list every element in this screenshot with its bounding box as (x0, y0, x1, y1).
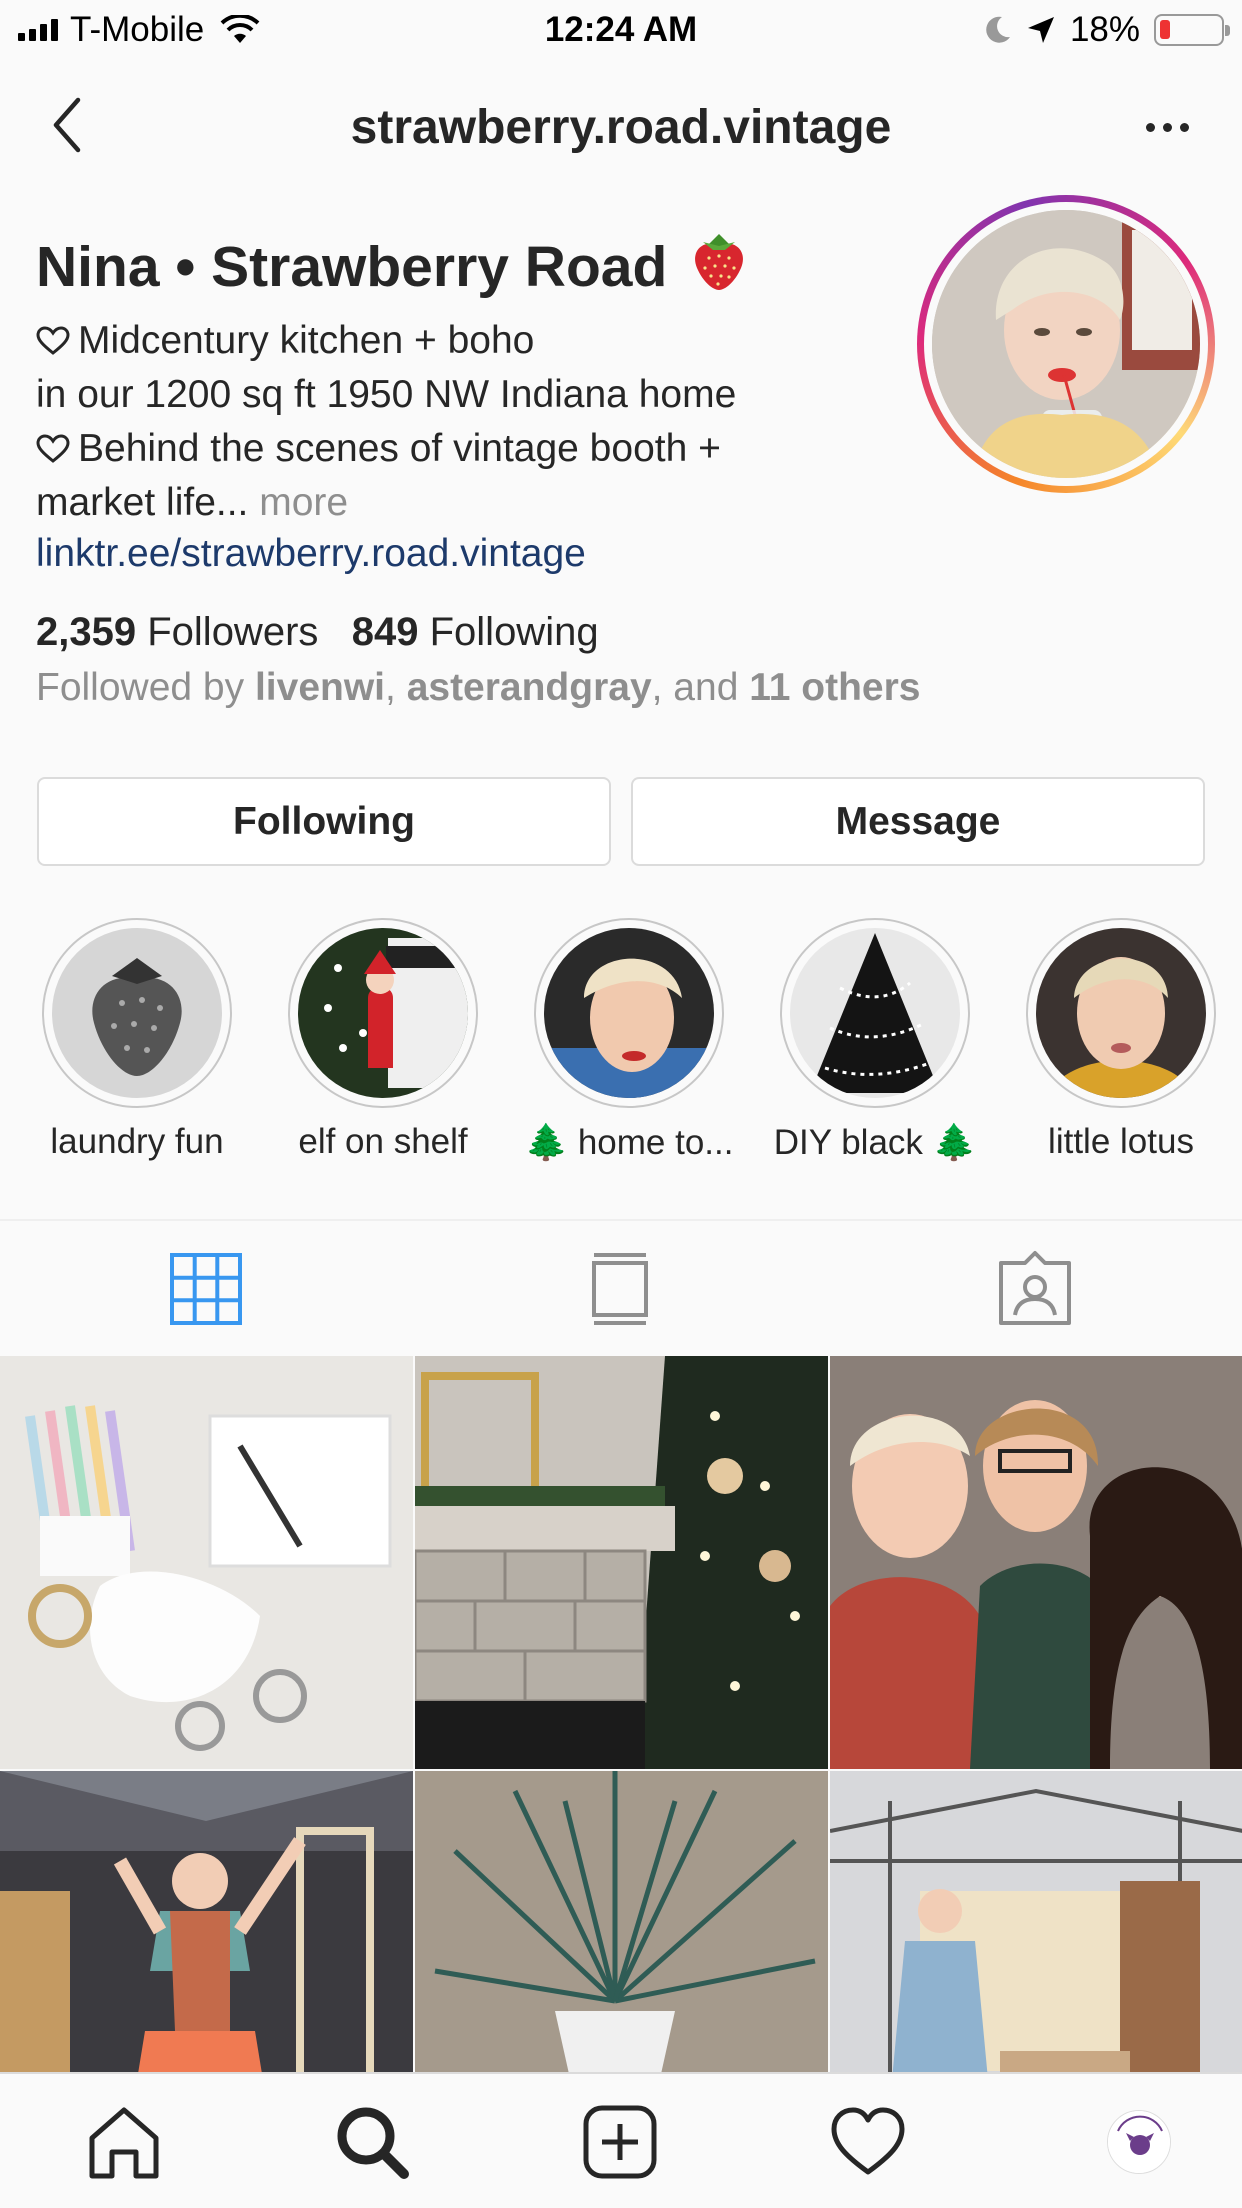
followed-by[interactable]: Followed by livenwi, asterandgray, and 1… (36, 666, 921, 710)
bio-line: Behind the scenes of vintage booth + (36, 422, 856, 476)
battery-icon (1154, 14, 1230, 46)
nav-bar: strawberry.road.vintage (0, 62, 1242, 192)
tagged-icon (999, 1251, 1071, 1325)
photo-grid (0, 1356, 1242, 2076)
activity-tab[interactable] (828, 2102, 908, 2182)
feed-icon (592, 1253, 648, 1325)
search-icon (337, 2107, 409, 2179)
more-options-button[interactable] (1132, 102, 1202, 152)
heart-outline-icon (36, 326, 70, 355)
bio-line: Midcentury kitchen + boho (36, 314, 856, 368)
profile-avatar (932, 210, 1200, 478)
followed-by-user[interactable]: livenwi (255, 666, 385, 709)
grid-photo[interactable] (415, 1356, 828, 1769)
tab-feed[interactable] (580, 1249, 660, 1329)
follow-counts: 2,359 Followers 849 Following (36, 610, 599, 655)
search-tab[interactable] (332, 2102, 412, 2182)
ellipsis-icon (1145, 122, 1155, 132)
grid-photo[interactable] (415, 1771, 828, 2076)
highlight-item[interactable]: little lotus (1006, 918, 1236, 1162)
status-right: 18% (984, 10, 1230, 50)
grid-photo[interactable] (830, 1771, 1242, 2076)
highlight-label: laundry fun (50, 1122, 224, 1161)
highlight-label: 🌲 home to... (524, 1123, 734, 1162)
status-bar: T-Mobile 12:24 AM 18% (0, 0, 1242, 62)
heart-outline-icon (36, 434, 70, 463)
followed-by-user[interactable]: asterandgray (407, 666, 652, 709)
highlight-item[interactable]: laundry fun (22, 918, 252, 1162)
home-tab[interactable] (84, 2102, 164, 2182)
following-stat[interactable]: 849 Following (352, 610, 599, 654)
profile-avatar-story-ring[interactable] (917, 195, 1215, 493)
highlight-cover (298, 928, 468, 1098)
bio: Midcentury kitchen + boho in our 1200 sq… (36, 314, 856, 530)
location-arrow-icon (1027, 17, 1054, 43)
new-post-icon (583, 2105, 657, 2179)
bottom-tab-bar (0, 2072, 1242, 2208)
highlight-item[interactable]: DIY black 🌲 (760, 918, 990, 1163)
username-title: strawberry.road.vintage (350, 101, 892, 154)
message-button[interactable]: Message (631, 777, 1205, 866)
highlight-cover (52, 928, 222, 1098)
tab-grid[interactable] (166, 1249, 246, 1329)
followers-stat[interactable]: 2,359 Followers (36, 610, 318, 654)
strawberry-emoji-icon (691, 230, 747, 306)
tab-tagged[interactable] (995, 1249, 1075, 1329)
bio-line: market life... more (36, 481, 349, 524)
grid-photo[interactable] (0, 1771, 413, 2076)
bio-more-link[interactable]: more (259, 481, 348, 524)
battery-percent: 18% (1069, 10, 1140, 49)
bio-line: in our 1200 sq ft 1950 NW Indiana home (36, 373, 737, 416)
following-button[interactable]: Following (37, 777, 611, 866)
highlight-cover (544, 928, 714, 1098)
highlight-item[interactable]: 🌲 home to... (514, 918, 744, 1163)
display-name: Nina • Strawberry Road (36, 230, 747, 306)
highlight-label: DIY black 🌲 (773, 1123, 977, 1162)
battery-level (1160, 20, 1170, 39)
home-icon (89, 2107, 159, 2179)
highlight-label: little lotus (1048, 1122, 1194, 1161)
profile-tab-avatar[interactable] (1107, 2110, 1171, 2174)
profile-tabs (0, 1221, 1242, 1356)
grid-photo[interactable] (0, 1356, 413, 1769)
grid-photo[interactable] (830, 1356, 1242, 1769)
highlight-cover (790, 928, 960, 1098)
highlight-label: elf on shelf (298, 1122, 468, 1161)
followed-by-others[interactable]: 11 others (749, 666, 920, 709)
moon-icon (986, 16, 1010, 43)
highlight-cover (1036, 928, 1206, 1098)
new-post-tab[interactable] (580, 2102, 660, 2182)
profile-link[interactable]: linktr.ee/strawberry.road.vintage (36, 532, 586, 576)
story-highlights: laundry fun elf on shelf 🌲 home to... DI… (0, 918, 1242, 1168)
highlight-item[interactable]: elf on shelf (268, 918, 498, 1162)
grid-icon (170, 1253, 242, 1325)
activity-heart-icon (831, 2107, 905, 2175)
